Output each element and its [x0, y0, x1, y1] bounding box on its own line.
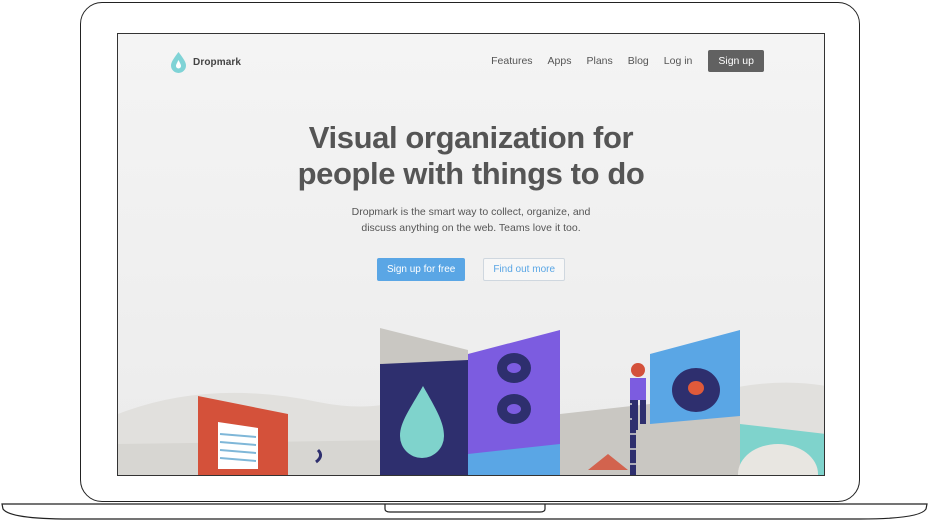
browser-screen: Dropmark Features Apps Plans Blog Log in… [117, 33, 825, 476]
hero-cta-group: Sign up for free Find out more [118, 258, 824, 281]
hero-title: Visual organization for people with thin… [118, 120, 824, 192]
logo[interactable]: Dropmark [170, 51, 241, 73]
hero-title-line-2: people with things to do [297, 156, 645, 191]
nav-link-features[interactable]: Features [491, 55, 532, 67]
laptop-base [1, 503, 928, 520]
top-nav: Dropmark Features Apps Plans Blog Log in… [118, 34, 824, 88]
hero-subtitle: Dropmark is the smart way to collect, or… [118, 204, 824, 236]
hero-subtitle-line-1: Dropmark is the smart way to collect, or… [351, 206, 591, 218]
hero-subtitle-line-2: discuss anything on the web. Teams love … [361, 222, 581, 234]
nav-link-login[interactable]: Log in [664, 55, 693, 67]
nav-link-apps[interactable]: Apps [548, 55, 572, 67]
nav-links: Features Apps Plans Blog Log in Sign up [476, 50, 764, 72]
hero-illustration [118, 328, 824, 475]
signup-button[interactable]: Sign up [708, 50, 764, 72]
drop-logo-icon [171, 52, 186, 73]
find-out-more-button[interactable]: Find out more [483, 258, 566, 281]
signup-free-button[interactable]: Sign up for free [376, 258, 466, 281]
nav-link-blog[interactable]: Blog [628, 55, 649, 67]
brand-name: Dropmark [193, 56, 242, 68]
laptop-mockup: Dropmark Features Apps Plans Blog Log in… [0, 0, 929, 526]
nav-link-plans[interactable]: Plans [586, 55, 612, 67]
hero-title-line-1: Visual organization for [308, 120, 634, 155]
